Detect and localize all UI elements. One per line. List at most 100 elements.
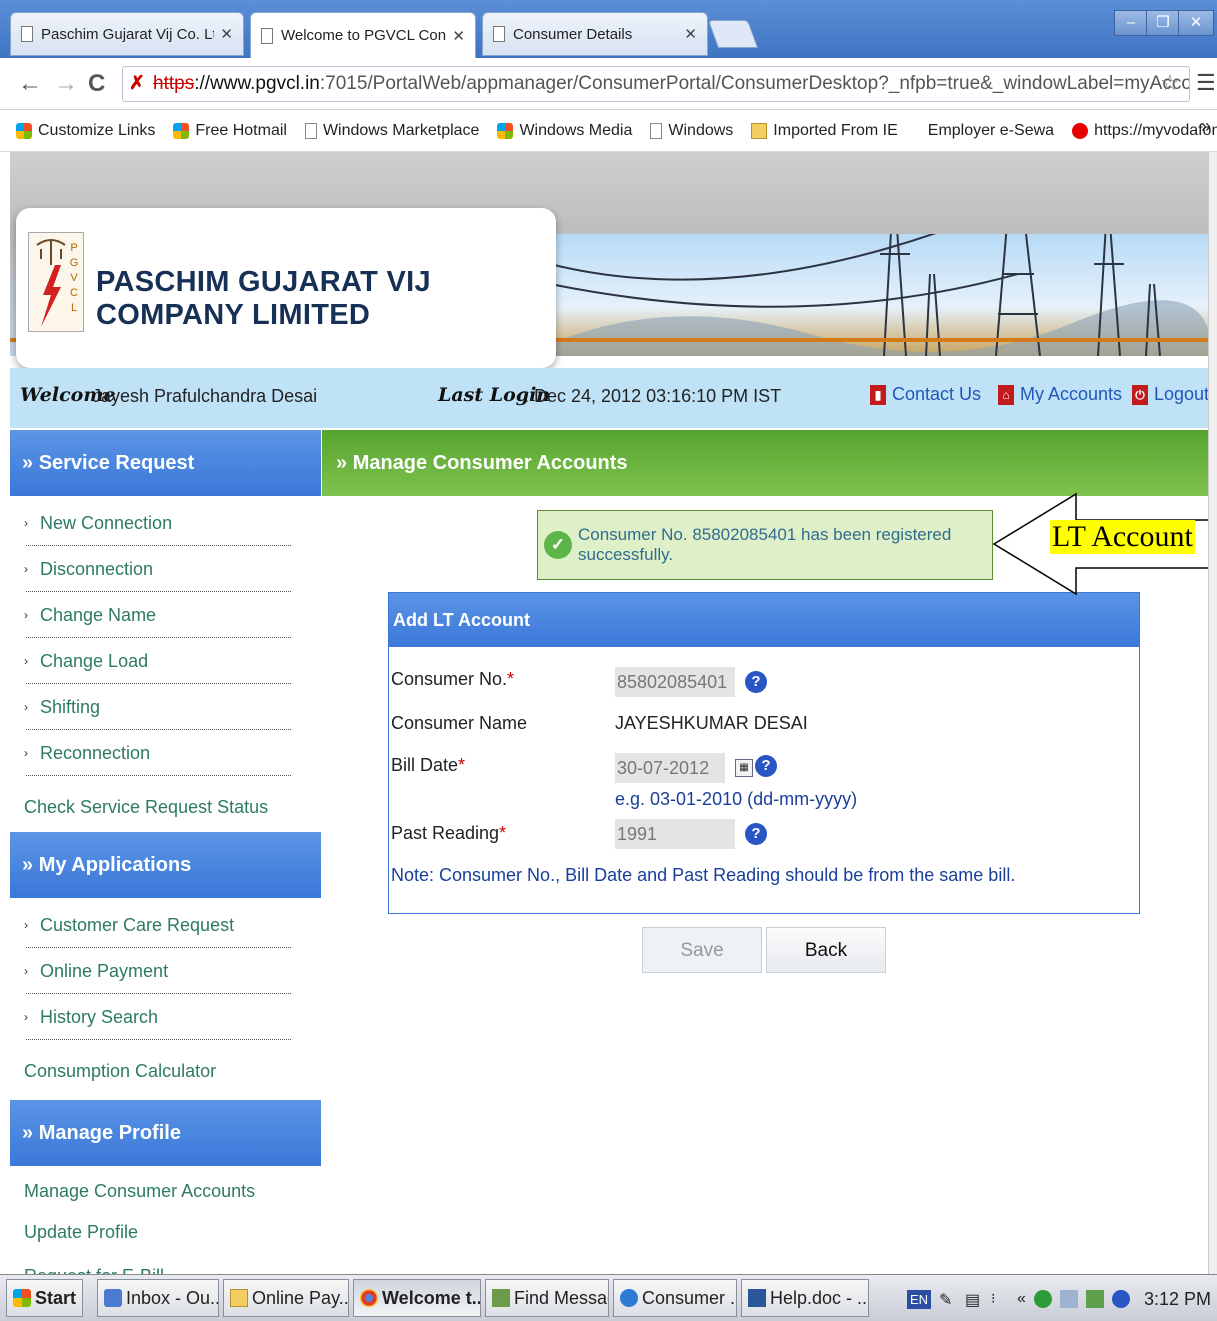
antivirus-icon[interactable] xyxy=(1111,1290,1130,1308)
taskbar-item-label: Welcome t... xyxy=(382,1287,482,1308)
new-tab-button[interactable] xyxy=(707,20,759,48)
sidebar-item-reconnection[interactable]: › Reconnection xyxy=(10,732,321,778)
forward-arrow-icon[interactable]: → xyxy=(54,70,78,98)
back-button[interactable]: Back xyxy=(766,927,886,973)
start-button[interactable]: Start xyxy=(6,1279,84,1317)
save-button[interactable]: Save xyxy=(642,927,762,973)
bookmarks-overflow-icon[interactable]: » xyxy=(1201,116,1211,137)
taskbar-item[interactable]: Help.doc - ... xyxy=(741,1279,870,1317)
sidebar-item-label: Shifting xyxy=(40,697,101,717)
url-host: ://www.pgvcl.in xyxy=(194,73,320,94)
calendar-icon[interactable]: ▦ xyxy=(735,759,753,777)
bookmark-item[interactable]: Free Hotmail xyxy=(173,122,287,140)
bookmark-item[interactable]: Windows Marketplace xyxy=(304,122,479,140)
language-indicator[interactable]: EN xyxy=(906,1289,932,1309)
pen-icon[interactable]: ✎ xyxy=(939,1290,957,1309)
reload-icon[interactable]: C xyxy=(88,70,105,98)
clock[interactable]: 3:12 PM xyxy=(1144,1289,1211,1310)
consumer-no-input[interactable] xyxy=(615,667,735,697)
close-window-button[interactable]: ✕ xyxy=(1178,10,1214,36)
sidebar-item-label: History Search xyxy=(40,1007,159,1027)
help-icon[interactable]: ? xyxy=(745,823,767,845)
bookmark-item[interactable]: Imported From IE xyxy=(751,121,898,140)
pgvcl-logo-icon: P G V C L xyxy=(28,232,84,332)
bookmarks-bar: Customize Links Free Hotmail Windows Mar… xyxy=(0,110,1217,152)
sidebar-item-label: Reconnection xyxy=(40,743,151,763)
url-path: :7015/PortalWeb/appmanager/ConsumerPorta… xyxy=(319,73,1189,94)
page-icon xyxy=(21,26,33,42)
bookmark-item[interactable]: Windows Media xyxy=(497,122,632,140)
sidebar-item-online-payment[interactable]: › Online Payment xyxy=(10,950,321,996)
bookmark-item[interactable]: https://myvodafone.v... xyxy=(1072,122,1217,140)
bookmark-item[interactable]: Employer e-Sewa xyxy=(928,122,1054,140)
last-login-value: : Dec 24, 2012 03:16:10 PM IST xyxy=(524,386,782,406)
options-icon[interactable]: ⁝ xyxy=(991,1290,1009,1308)
sidebar-item-manage-accounts[interactable]: Manage Consumer Accounts xyxy=(10,1166,321,1210)
tab-title: Welcome to PGVCL Consume xyxy=(281,27,447,44)
notepad-icon[interactable]: ▤ xyxy=(965,1290,983,1309)
sidebar-item-change-load[interactable]: › Change Load xyxy=(10,640,321,686)
browser-menu-icon[interactable]: ☰ xyxy=(1196,70,1216,96)
bookmark-label: Imported From IE xyxy=(773,121,898,139)
bookmark-label: Employer e-Sewa xyxy=(927,121,1055,139)
browser-tab-1[interactable]: Paschim Gujarat Vij Co. Ltd. | ✕ xyxy=(10,12,244,56)
bookmark-star-icon[interactable]: ☆ xyxy=(1160,70,1180,96)
bookmark-item[interactable]: Windows xyxy=(650,122,733,140)
back-arrow-icon[interactable]: ← xyxy=(18,70,42,98)
find-message-icon xyxy=(492,1289,511,1307)
help-icon[interactable]: ? xyxy=(755,755,777,777)
home-icon: ⌂ xyxy=(998,384,1014,405)
bookmark-label: Customize Links xyxy=(38,121,156,139)
tray-expand-icon[interactable]: « xyxy=(1017,1290,1026,1308)
address-bar[interactable]: ✗ https://www.pgvcl.in:7015/PortalWeb/app… xyxy=(122,66,1190,102)
bookmark-label: Windows xyxy=(668,121,734,139)
bill-date-input[interactable] xyxy=(615,753,725,783)
browser-tab-2[interactable]: Welcome to PGVCL Consume ✕ xyxy=(250,12,476,58)
close-tab-icon[interactable]: ✕ xyxy=(684,25,697,43)
computer-icon[interactable] xyxy=(1059,1290,1078,1308)
restore-window-button[interactable]: ❐ xyxy=(1146,10,1180,36)
sidebar-item-check-status[interactable]: Check Service Request Status xyxy=(10,778,321,830)
logout-link[interactable]: ⏻ Logout xyxy=(1132,384,1208,405)
browser-tab-3[interactable]: Consumer Details ✕ xyxy=(482,12,708,56)
sidebar-item-disconnection[interactable]: › Disconnection xyxy=(10,548,321,594)
chrome-icon xyxy=(360,1289,379,1307)
windows-logo-icon xyxy=(13,1289,31,1307)
taskbar-item[interactable]: Online Pay... xyxy=(223,1279,350,1317)
update-icon[interactable] xyxy=(1085,1290,1104,1308)
bookmark-item[interactable]: Customize Links xyxy=(16,122,155,140)
sidebar-item-update-profile[interactable]: Update Profile xyxy=(10,1210,321,1254)
sidebar-item-history-search[interactable]: › History Search xyxy=(10,996,321,1042)
sidebar-item-label: Online Payment xyxy=(40,961,169,981)
web-page: P G V C L PASCHIM GUJARAT VIJ COMPANY LI… xyxy=(10,152,1208,1274)
sidebar-item-customer-care[interactable]: › Customer Care Request xyxy=(10,904,321,950)
company-name: PASCHIM GUJARAT VIJ COMPANY LIMITED xyxy=(96,266,431,331)
sidebar-item-new-connection[interactable]: › New Connection xyxy=(10,502,321,548)
sidebar-head-service-request: » Service Request xyxy=(10,430,321,496)
past-reading-input[interactable] xyxy=(615,819,735,849)
sidebar-item-shifting[interactable]: › Shifting xyxy=(10,686,321,732)
taskbar-item-label: Find Message xyxy=(514,1287,608,1308)
sidebar-item-consumption-calculator[interactable]: Consumption Calculator xyxy=(10,1042,321,1100)
minimize-window-button[interactable]: – xyxy=(1114,10,1148,36)
taskbar-item[interactable]: Find Message xyxy=(485,1279,610,1317)
close-tab-icon[interactable]: ✕ xyxy=(220,25,233,43)
taskbar-item[interactable]: Welcome t... xyxy=(353,1279,482,1317)
contact-us-link[interactable]: ▮ Contact Us xyxy=(870,384,981,405)
bill-date-label: Bill Date* xyxy=(391,755,465,776)
close-tab-icon[interactable]: ✕ xyxy=(452,27,465,45)
taskbar-item[interactable]: Consumer ... xyxy=(613,1279,738,1317)
taskbar-item[interactable]: Inbox - Ou... xyxy=(97,1279,220,1317)
sidebar-item-change-name[interactable]: › Change Name xyxy=(10,594,321,640)
bookmark-label: Free Hotmail xyxy=(195,121,287,139)
network-status-icon[interactable] xyxy=(1033,1290,1052,1308)
consumer-name-value: JAYESHKUMAR DESAI xyxy=(615,713,808,733)
label-text: Bill Date xyxy=(391,755,459,775)
sidebar-item-label: New Connection xyxy=(40,513,173,533)
sidebar-item-request-ebill[interactable]: Request for E-Bill xyxy=(10,1254,321,1274)
my-accounts-link[interactable]: ⌂ My Accounts xyxy=(998,384,1122,405)
help-icon[interactable]: ? xyxy=(745,671,767,693)
sidebar-item-label: Change Name xyxy=(40,605,157,625)
page-scrollbar[interactable] xyxy=(1208,152,1217,1274)
user-name: Jayesh Prafulchandra Desai xyxy=(92,386,318,406)
